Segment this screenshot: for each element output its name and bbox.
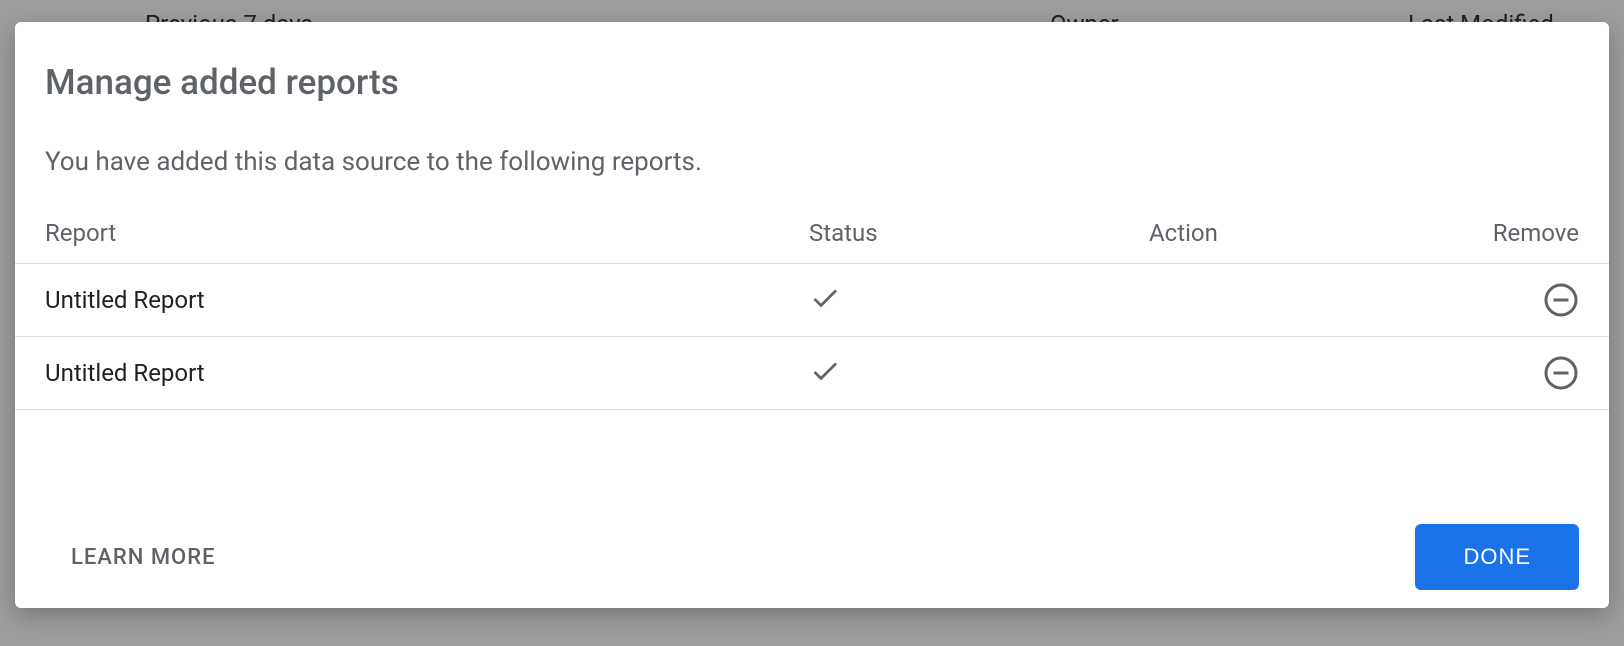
modal-header: Manage added reports <box>15 22 1609 103</box>
modal-title: Manage added reports <box>45 62 1579 103</box>
table-row: Untitled Report <box>15 264 1609 337</box>
column-header-action: Action <box>1149 219 1459 247</box>
column-header-remove: Remove <box>1459 219 1579 247</box>
learn-more-button[interactable]: LEARN MORE <box>45 531 242 584</box>
done-button[interactable]: DONE <box>1415 524 1579 590</box>
manage-reports-modal: Manage added reports You have added this… <box>15 22 1609 608</box>
column-header-report: Report <box>45 219 809 247</box>
status-cell <box>809 282 1149 318</box>
reports-table: Report Status Action Remove Untitled Rep… <box>15 195 1609 410</box>
remove-cell <box>1459 355 1579 391</box>
report-name: Untitled Report <box>45 286 809 314</box>
remove-cell <box>1459 282 1579 318</box>
check-icon <box>809 355 841 391</box>
table-header-row: Report Status Action Remove <box>15 195 1609 264</box>
report-name: Untitled Report <box>45 359 809 387</box>
check-icon <box>809 282 841 318</box>
remove-icon[interactable] <box>1543 282 1579 318</box>
remove-icon[interactable] <box>1543 355 1579 391</box>
table-row: Untitled Report <box>15 337 1609 410</box>
status-cell <box>809 355 1149 391</box>
modal-footer: LEARN MORE DONE <box>15 496 1609 608</box>
modal-subtitle: You have added this data source to the f… <box>15 103 1609 177</box>
column-header-status: Status <box>809 219 1149 247</box>
